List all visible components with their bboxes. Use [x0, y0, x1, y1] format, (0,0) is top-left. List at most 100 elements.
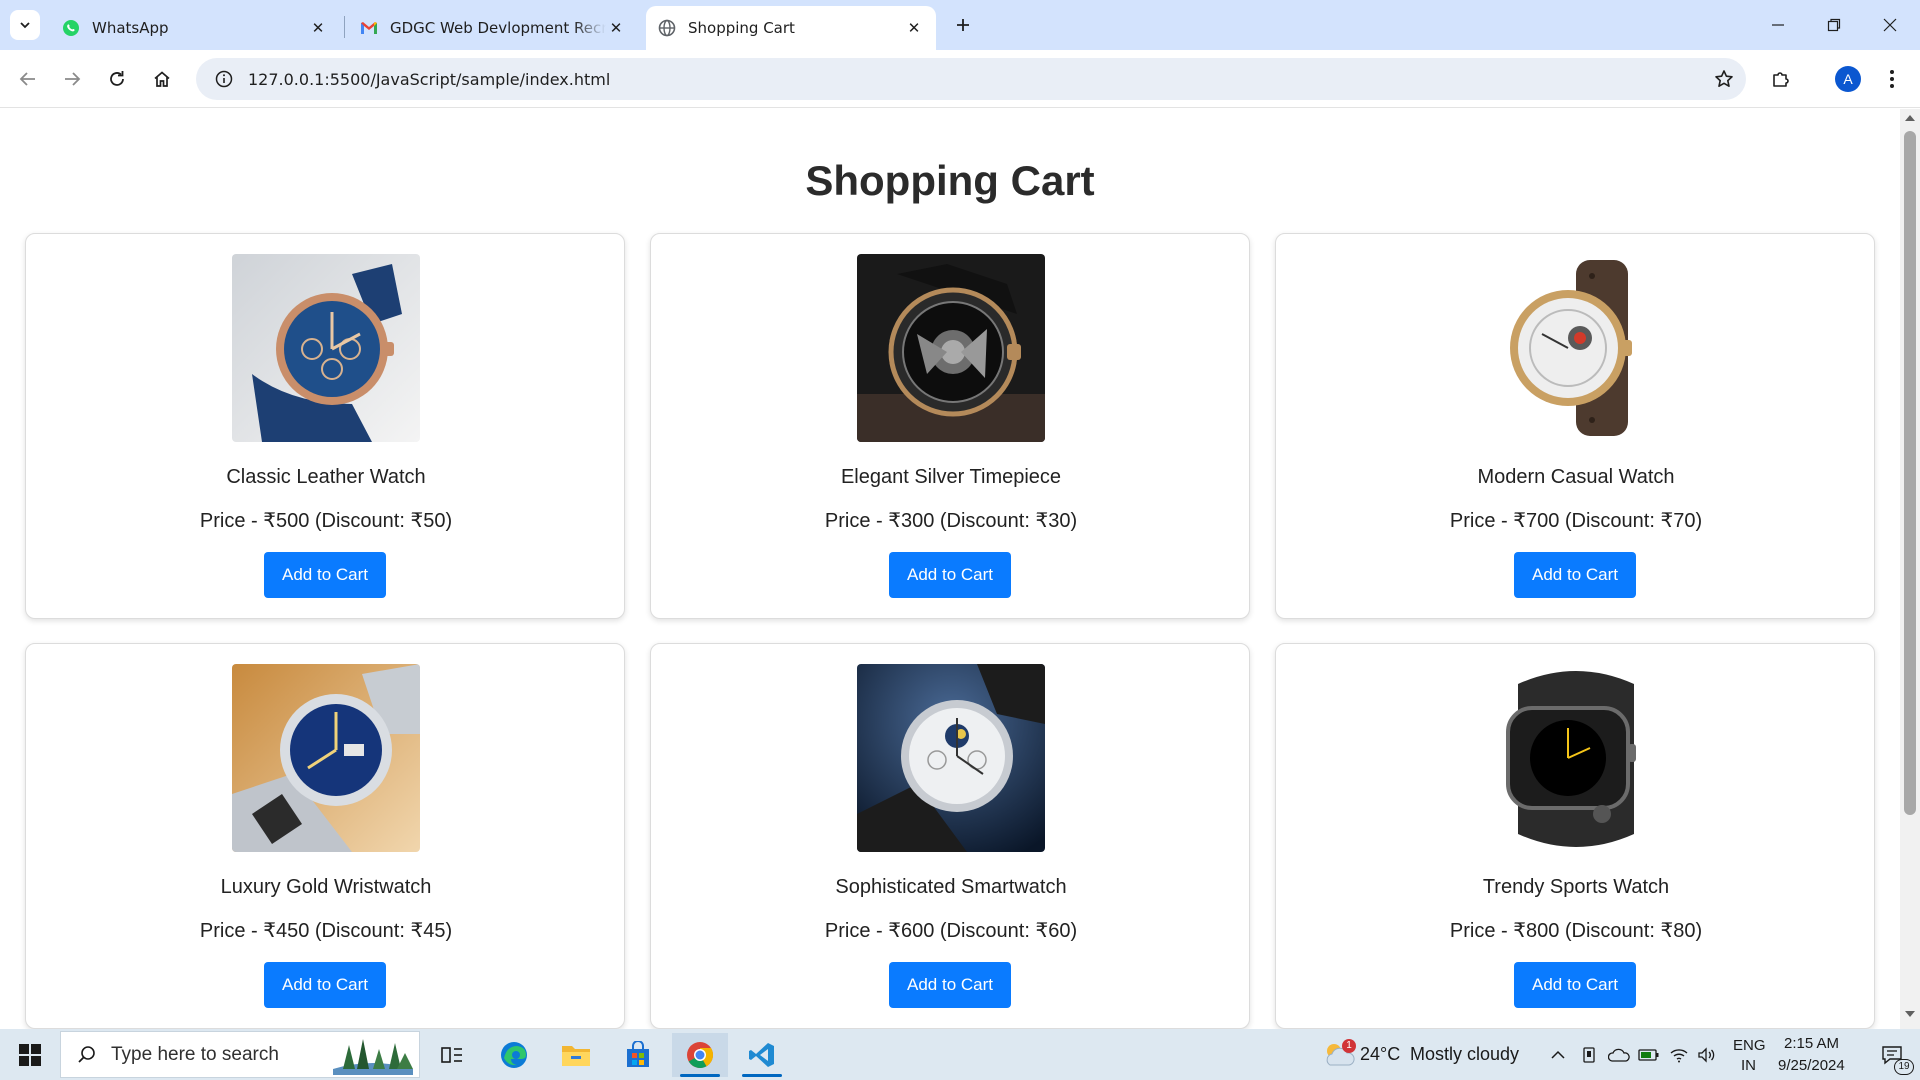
chrome-icon: [687, 1042, 714, 1069]
task-view-button[interactable]: [424, 1033, 480, 1077]
product-image: [1482, 664, 1670, 852]
search-highlight-image: [333, 1039, 413, 1075]
close-tab-icon[interactable]: ✕: [904, 18, 924, 38]
product-card: Sophisticated Smartwatch Price - ₹600 (D…: [650, 643, 1250, 1029]
taskbar-chrome[interactable]: [672, 1033, 728, 1077]
browser-tab-strip: WhatsApp ✕ GDGC Web Devlopment Recruitme…: [0, 0, 1920, 50]
scroll-down-arrow-icon[interactable]: [1900, 1011, 1920, 1025]
tab-shopping-cart[interactable]: Shopping Cart ✕: [646, 6, 936, 50]
active-app-indicator: [680, 1074, 720, 1077]
store-icon: [627, 1041, 649, 1067]
onedrive-icon[interactable]: [1606, 1033, 1632, 1077]
close-tab-icon[interactable]: ✕: [606, 18, 626, 38]
url-text[interactable]: 127.0.0.1:5500/JavaScript/sample/index.h…: [248, 70, 1702, 89]
product-card: Luxury Gold Wristwatch Price - ₹450 (Dis…: [25, 643, 625, 1029]
tray-device-icon[interactable]: [1576, 1033, 1602, 1077]
back-button[interactable]: [10, 61, 46, 97]
taskbar-search-box[interactable]: Type here to search: [60, 1031, 420, 1078]
chevron-down-icon: [20, 22, 30, 29]
new-tab-button[interactable]: [948, 10, 978, 40]
product-card: Classic Leather Watch Price - ₹500 (Disc…: [25, 233, 625, 619]
page-viewport: Shopping Cart Classic Leather Watch Pric…: [0, 109, 1900, 1029]
clock[interactable]: 2:15 AM 9/25/2024: [1776, 1029, 1866, 1080]
extensions-button[interactable]: [1763, 61, 1799, 97]
chevron-up-icon: [1551, 1050, 1565, 1059]
tab-title: Shopping Cart: [688, 19, 795, 37]
product-name: Modern Casual Watch: [1477, 466, 1675, 488]
language-code: ENG: [1733, 1037, 1766, 1054]
site-info-icon[interactable]: [204, 70, 244, 88]
tab-title: WhatsApp: [92, 19, 169, 37]
reload-button[interactable]: [99, 61, 135, 97]
add-to-cart-button[interactable]: Add to Cart: [1514, 552, 1636, 598]
taskbar-edge[interactable]: [486, 1033, 542, 1077]
address-bar[interactable]: 127.0.0.1:5500/JavaScript/sample/index.h…: [196, 58, 1746, 100]
add-to-cart-button[interactable]: Add to Cart: [889, 962, 1011, 1008]
show-hidden-icons-button[interactable]: [1544, 1033, 1572, 1077]
weather-widget[interactable]: 1 24°C Mostly cloudy: [1318, 1029, 1530, 1080]
globe-icon: [658, 19, 676, 37]
product-name: Elegant Silver Timepiece: [840, 466, 1062, 488]
taskbar-store[interactable]: [610, 1033, 666, 1077]
volume-icon[interactable]: [1694, 1033, 1720, 1077]
profile-avatar[interactable]: A: [1835, 66, 1861, 92]
add-to-cart-button[interactable]: Add to Cart: [889, 552, 1011, 598]
tab-search-button[interactable]: [10, 10, 40, 40]
start-button[interactable]: [2, 1033, 58, 1077]
bookmark-star-icon[interactable]: [1702, 69, 1746, 89]
product-name: Sophisticated Smartwatch: [835, 876, 1067, 898]
restore-button[interactable]: [1806, 0, 1862, 50]
reload-icon: [110, 71, 124, 86]
gmail-icon: [360, 19, 378, 37]
taskbar-file-explorer[interactable]: [548, 1033, 604, 1077]
product-price: Price - ₹500 (Discount: ₹50): [199, 510, 453, 532]
close-window-button[interactable]: [1862, 0, 1918, 50]
close-tab-icon[interactable]: ✕: [308, 18, 328, 38]
taskbar-vscode[interactable]: [734, 1033, 790, 1077]
tab-divider: [344, 16, 345, 38]
add-to-cart-button[interactable]: Add to Cart: [264, 962, 386, 1008]
minimize-icon: [1772, 24, 1784, 26]
add-to-cart-button[interactable]: Add to Cart: [264, 552, 386, 598]
product-price: Price - ₹450 (Discount: ₹45): [199, 920, 453, 942]
arrow-right-icon: [65, 72, 81, 86]
minimize-button[interactable]: [1750, 0, 1806, 50]
home-button[interactable]: [144, 61, 180, 97]
vertical-scrollbar[interactable]: [1900, 109, 1920, 1029]
forward-button[interactable]: [54, 61, 90, 97]
notification-center-button[interactable]: 19: [1868, 1033, 1916, 1077]
weather-condition: Mostly cloudy: [1410, 1044, 1520, 1064]
weather-alert-badge: 1: [1342, 1039, 1356, 1053]
tab-title: GDGC Web Devlopment Recruitment: [390, 19, 606, 37]
puzzle-icon: [1773, 72, 1789, 87]
browser-toolbar: 127.0.0.1:5500/JavaScript/sample/index.h…: [0, 50, 1920, 108]
product-price: Price - ₹800 (Discount: ₹80): [1449, 920, 1703, 942]
product-price: Price - ₹700 (Discount: ₹70): [1449, 510, 1703, 532]
scroll-up-arrow-icon[interactable]: [1900, 113, 1920, 127]
notification-count-badge: 19: [1894, 1059, 1914, 1075]
vscode-icon: [749, 1043, 774, 1067]
edge-icon: [501, 1042, 527, 1068]
product-name: Classic Leather Watch: [226, 466, 426, 488]
battery-icon[interactable]: [1636, 1033, 1662, 1077]
product-image: [232, 664, 420, 852]
restore-icon: [1827, 18, 1841, 32]
product-image: [1482, 254, 1670, 442]
product-name: Trendy Sports Watch: [1482, 876, 1670, 898]
arrow-left-icon: [19, 72, 35, 86]
wifi-icon[interactable]: [1666, 1033, 1692, 1077]
language-indicator[interactable]: ENG IN: [1724, 1029, 1774, 1080]
tab-gdgc-recruitment[interactable]: GDGC Web Devlopment Recruitment ✕: [348, 6, 638, 50]
product-price: Price - ₹600 (Discount: ₹60): [824, 920, 1078, 942]
product-card: Trendy Sports Watch Price - ₹800 (Discou…: [1275, 643, 1875, 1029]
product-price: Price - ₹300 (Discount: ₹30): [824, 510, 1078, 532]
tab-whatsapp[interactable]: WhatsApp ✕: [50, 6, 340, 50]
browser-menu-button[interactable]: [1874, 61, 1910, 97]
product-card: Elegant Silver Timepiece Price - ₹300 (D…: [650, 233, 1250, 619]
active-app-indicator: [742, 1074, 782, 1077]
add-to-cart-button[interactable]: Add to Cart: [1514, 962, 1636, 1008]
close-icon: [1883, 18, 1897, 32]
page-title: Shopping Cart: [805, 157, 1095, 204]
product-image: [857, 254, 1045, 442]
scrollbar-thumb[interactable]: [1904, 131, 1916, 815]
